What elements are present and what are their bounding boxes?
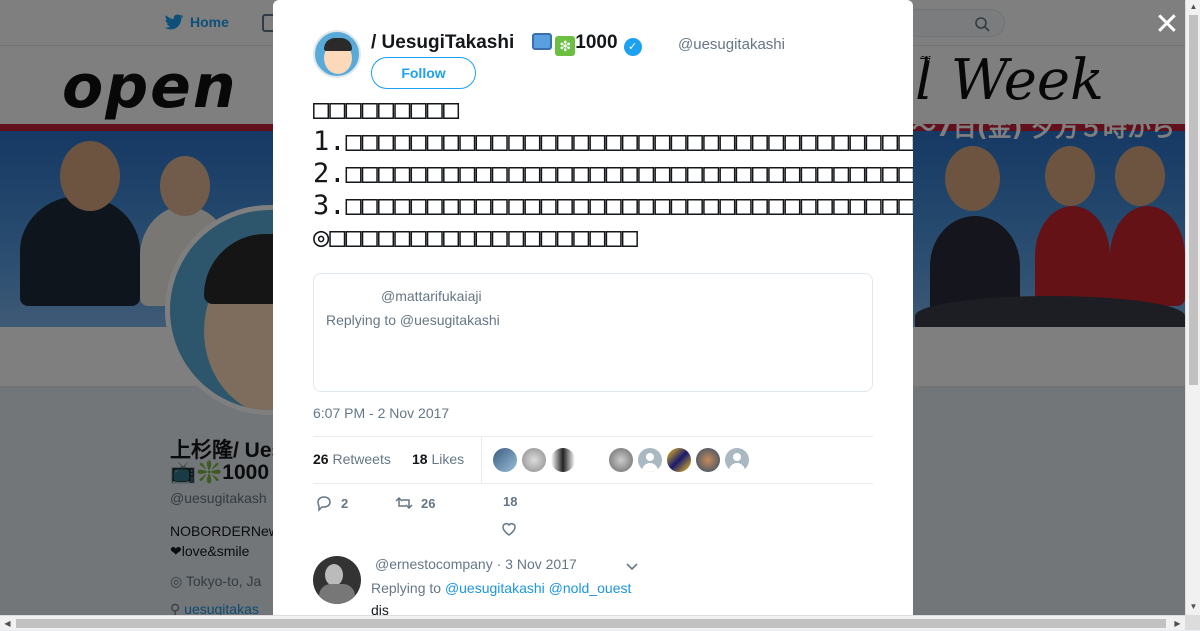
reply-replying-to: Replying to @uesugitakashi @nold_ouest xyxy=(371,580,631,596)
scroll-left-arrow-icon[interactable]: ◀ xyxy=(0,616,15,631)
avatar-hair xyxy=(324,38,352,51)
liker-avatar[interactable] xyxy=(609,448,633,472)
likes-stat[interactable]: 18 Likes xyxy=(412,451,464,467)
scroll-down-arrow-icon[interactable]: ▼ xyxy=(1186,600,1200,614)
retweet-action[interactable]: 26 xyxy=(395,494,435,512)
tweet-line: 2.□□□□□□□□□□□□□□□□□□□□□□□□□□□□□□□□□□□□□□… xyxy=(313,158,913,189)
scrollbar-corner xyxy=(1185,615,1200,630)
retweets-stat[interactable]: 26 Retweets xyxy=(313,451,391,467)
tweet-modal: / UesugiTakashi ❇ 1000 ✓ @uesugitakashi Fol… xyxy=(273,0,913,615)
likes-count: 18 xyxy=(412,451,428,467)
liker-avatar[interactable] xyxy=(667,448,691,472)
likes-label: Likes xyxy=(431,451,465,467)
author-avatar[interactable] xyxy=(313,30,361,78)
author-handle[interactable]: @uesugitakashi xyxy=(678,36,785,53)
vertical-scrollbar[interactable]: ▲ ▼ xyxy=(1185,0,1200,615)
quoted-handle: @mattarifukaiaji xyxy=(381,288,482,304)
reply-count: 2 xyxy=(341,495,349,511)
heart-icon xyxy=(502,522,516,536)
stats-divider xyxy=(481,437,482,483)
tweet-timestamp[interactable]: 6:07 PM - 2 Nov 2017 xyxy=(313,405,449,421)
follow-button[interactable]: Follow xyxy=(371,57,476,89)
retweets-label: Retweets xyxy=(332,451,391,467)
liker-avatar[interactable] xyxy=(580,448,604,472)
horizontal-scrollbar[interactable]: ◀ ▶ xyxy=(0,615,1185,630)
replying-prefix: Replying to xyxy=(371,580,442,596)
liker-avatar[interactable] xyxy=(725,448,749,472)
chevron-down-icon[interactable] xyxy=(625,560,639,574)
liker-avatar[interactable] xyxy=(493,448,517,472)
reply-date[interactable]: · 3 Nov 2017 xyxy=(497,556,577,572)
horizontal-scroll-thumb[interactable] xyxy=(16,619,1166,628)
tv-icon xyxy=(532,33,553,50)
reply-author-avatar[interactable] xyxy=(313,556,361,604)
liker-avatar[interactable] xyxy=(638,448,662,472)
liker-avatar[interactable] xyxy=(522,448,546,472)
reply-author-meta: @ernestocompany · 3 Nov 2017 xyxy=(375,556,577,572)
tweet-line: 1.□□□□□□□□□□□□□□□□□□□□□□□□□□□□□□□□□□□□ xyxy=(313,126,913,157)
reply-action[interactable]: 2 xyxy=(315,494,348,512)
liker-avatar[interactable] xyxy=(551,448,575,472)
scroll-right-arrow-icon[interactable]: ▶ xyxy=(1170,616,1185,631)
close-icon[interactable]: ✕ xyxy=(1154,10,1180,40)
reply-icon xyxy=(317,496,331,512)
tweet-line: □□□□□□□□□ xyxy=(313,94,460,125)
verified-badge-icon: ✓ xyxy=(623,38,642,56)
like-count-action[interactable]: 18 xyxy=(503,494,517,509)
reply-author-handle[interactable]: @ernestocompany xyxy=(375,556,493,572)
quoted-replying-to: Replying to @uesugitakashi xyxy=(326,312,500,328)
quoted-tweet[interactable]: @mattarifukaiaji Replying to @uesugitaka… xyxy=(313,273,873,392)
mention-link[interactable]: @uesugitakashi xyxy=(445,580,545,596)
reply-tweet[interactable]: @ernestocompany · 3 Nov 2017 Replying to… xyxy=(313,556,873,615)
like-action[interactable] xyxy=(500,520,518,538)
author-name-text: / UesugiTakashi xyxy=(371,32,515,53)
vertical-scroll-thumb[interactable] xyxy=(1189,15,1198,385)
tweet-actions: 2 26 18 xyxy=(313,494,873,544)
tweet-text: □□□□□□□□□ 1.□□□□□□□□□□□□□□□□□□□□□□□□□□□□… xyxy=(313,94,913,254)
retweet-icon xyxy=(395,496,413,510)
like-count: 18 xyxy=(503,494,518,509)
author-name-suffix: 1000 xyxy=(575,32,618,53)
scroll-up-arrow-icon[interactable]: ▲ xyxy=(1186,0,1200,14)
sparkle-icon: ❇ xyxy=(555,36,576,56)
retweets-count: 26 xyxy=(313,451,329,467)
retweet-count: 26 xyxy=(421,495,436,511)
tweet-line: 3.□□□□□□□□□□□□□□□□□□□□□□□□□□□□□□□□□□□□□□… xyxy=(313,190,913,221)
tweet-stats: 26 Retweets 18 Likes xyxy=(313,436,873,484)
liker-avatar[interactable] xyxy=(696,448,720,472)
mention-link[interactable]: @nold_ouest xyxy=(549,580,632,596)
tweet-line: ◎□□□□□□□□□□□□□□□□□□□ xyxy=(313,222,639,253)
reply-text: dis xyxy=(371,602,389,615)
author-name[interactable]: / UesugiTakashi ❇ 1000 ✓ xyxy=(371,32,642,56)
